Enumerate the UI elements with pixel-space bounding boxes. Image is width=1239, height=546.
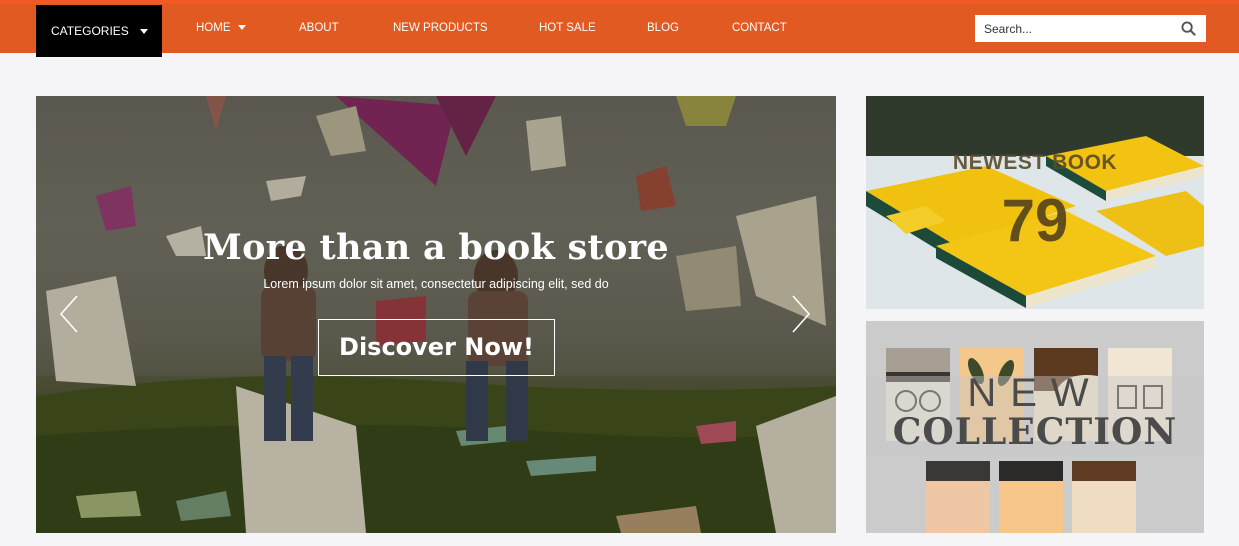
nav-contact-label: CONTACT — [732, 22, 787, 34]
chevron-down-icon — [140, 29, 148, 34]
nav-about-label: ABOUT — [299, 22, 339, 34]
categories-button[interactable]: CATEGORIES — [36, 5, 162, 57]
newest-book-banner[interactable]: NEWEST BOOK 79 — [866, 96, 1204, 309]
nav-blog[interactable]: BLOG — [647, 4, 679, 53]
hero-title: More than a book store — [203, 227, 669, 268]
categories-label: CATEGORIES — [51, 24, 129, 38]
hero-slider: More than a book store Lorem ipsum dolor… — [36, 96, 836, 533]
nav-about[interactable]: ABOUT — [299, 4, 339, 53]
chevron-down-icon — [237, 25, 246, 31]
main-navbar: CATEGORIES HOME ABOUT NEW PRODUCTS HOT S… — [0, 4, 1239, 57]
nav-home-label: HOME — [196, 22, 231, 34]
hero-subtitle: Lorem ipsum dolor sit amet, consectetur … — [263, 277, 609, 291]
search-box — [975, 15, 1206, 42]
search-icon[interactable] — [1181, 21, 1196, 36]
banner-new-collection-subtitle: COLLECTION — [892, 411, 1178, 453]
nav-hot-sale-label: HOT SALE — [539, 22, 596, 34]
nav-home[interactable]: HOME — [196, 4, 246, 53]
hero-background-image — [36, 96, 836, 533]
nav-new-products-label: NEW PRODUCTS — [393, 22, 488, 34]
nav-contact[interactable]: CONTACT — [732, 4, 787, 53]
chevron-left-icon[interactable] — [58, 294, 80, 334]
banner-new-collection-title: NEW — [967, 371, 1103, 415]
chevron-right-icon[interactable] — [790, 294, 812, 334]
nav-new-products[interactable]: NEW PRODUCTS — [393, 4, 488, 53]
banner-newest-book-title: NEWEST BOOK — [952, 151, 1118, 174]
discover-now-button[interactable]: Discover Now! — [318, 319, 555, 376]
nav-blog-label: BLOG — [647, 22, 679, 34]
nav-hot-sale[interactable]: HOT SALE — [539, 4, 596, 53]
banner-newest-book-number: 79 — [1001, 187, 1069, 254]
new-collection-banner[interactable]: NEW COLLECTION — [866, 321, 1204, 533]
search-input[interactable] — [975, 15, 1175, 42]
